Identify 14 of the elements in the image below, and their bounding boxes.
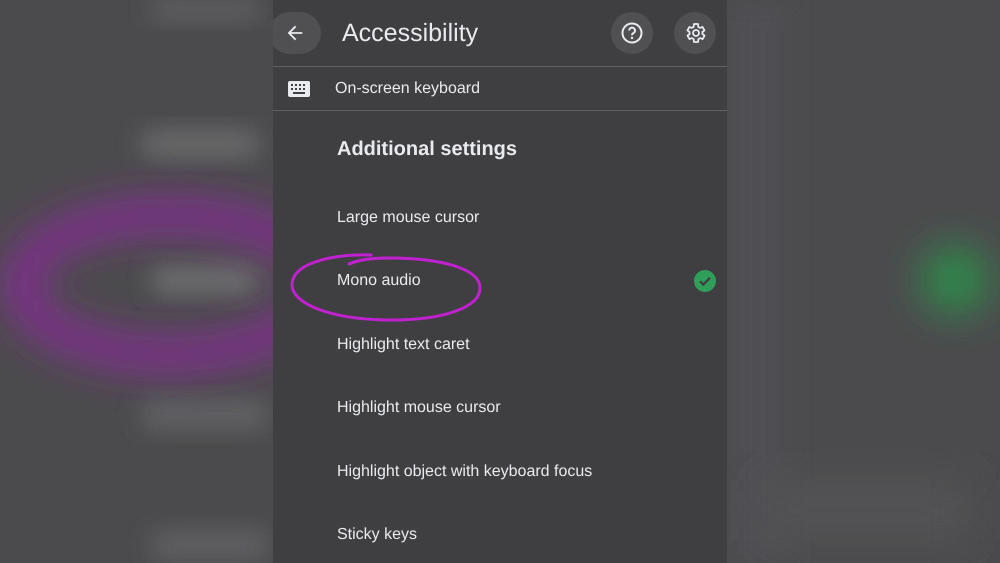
help-button[interactable]	[611, 12, 653, 54]
setting-label[interactable]: Highlight text caret	[337, 336, 716, 354]
setting-label[interactable]: Large mouse cursor	[337, 208, 716, 227]
settings-button[interactable]	[674, 12, 716, 54]
setting-label[interactable]: Mono audio	[337, 272, 694, 290]
help-icon	[620, 21, 644, 45]
setting-label[interactable]: On-screen keyboard	[335, 80, 480, 98]
setting-label[interactable]: Highlight mouse cursor	[337, 399, 716, 418]
back-button[interactable]	[273, 12, 321, 54]
keyboard-icon	[288, 80, 310, 96]
section-title: Additional settings	[336, 137, 518, 162]
setting-label[interactable]: Sticky keys	[337, 526, 716, 544]
panel-title: Accessibility	[342, 18, 480, 48]
setting-label[interactable]: Highlight object with keyboard focus	[337, 462, 716, 481]
